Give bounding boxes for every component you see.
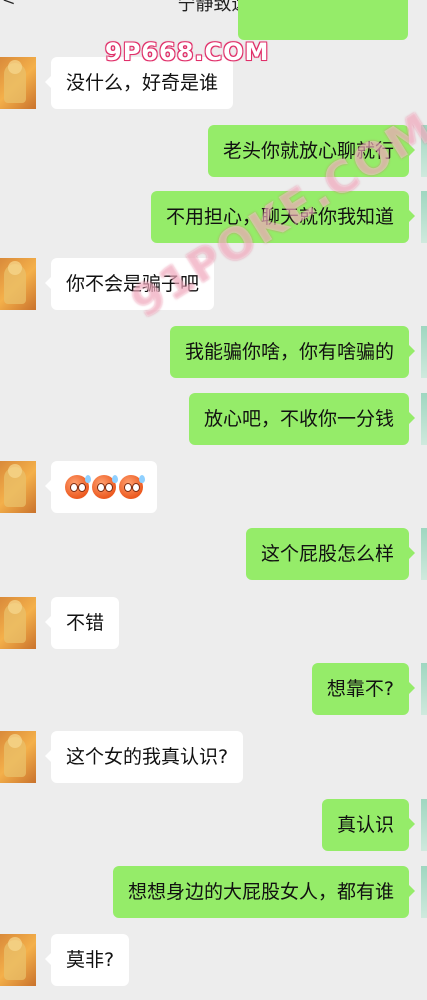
user-avatar[interactable]: [421, 326, 427, 378]
contact-avatar[interactable]: [0, 934, 36, 986]
sent-message[interactable]: 我能骗你啥，你有啥骗的: [169, 326, 416, 378]
received-emoji-message[interactable]: [45, 461, 157, 513]
sent-message[interactable]: 这个屁股怎么样: [245, 528, 416, 580]
received-message[interactable]: 不错: [44, 597, 120, 649]
sent-message[interactable]: 真认识: [321, 799, 416, 851]
user-avatar[interactable]: [421, 191, 427, 243]
sent-message[interactable]: 想想身边的大屁股女人，都有谁: [112, 866, 416, 918]
contact-avatar[interactable]: [0, 731, 36, 783]
received-message[interactable]: 莫非?: [44, 934, 130, 986]
received-message[interactable]: 这个女的我真认识?: [44, 731, 244, 783]
user-avatar[interactable]: [421, 393, 427, 445]
sent-message[interactable]: 放心吧，不收你一分钱: [188, 393, 416, 445]
user-avatar[interactable]: [421, 866, 427, 918]
contact-avatar[interactable]: [0, 461, 36, 513]
flushed-face-emoji-icon: [92, 475, 118, 499]
flushed-face-emoji-icon: [65, 475, 91, 499]
user-avatar[interactable]: [421, 799, 427, 851]
site-watermark: 9P668.COM: [105, 38, 270, 66]
contact-avatar[interactable]: [0, 597, 36, 649]
user-avatar[interactable]: [421, 663, 427, 715]
contact-avatar[interactable]: [0, 57, 36, 109]
user-avatar[interactable]: [421, 528, 427, 580]
sent-message[interactable]: 想靠不?: [311, 663, 416, 715]
contact-avatar[interactable]: [0, 258, 36, 310]
previous-message-bubble[interactable]: [238, 0, 408, 40]
flushed-face-emoji-icon: [119, 475, 145, 499]
